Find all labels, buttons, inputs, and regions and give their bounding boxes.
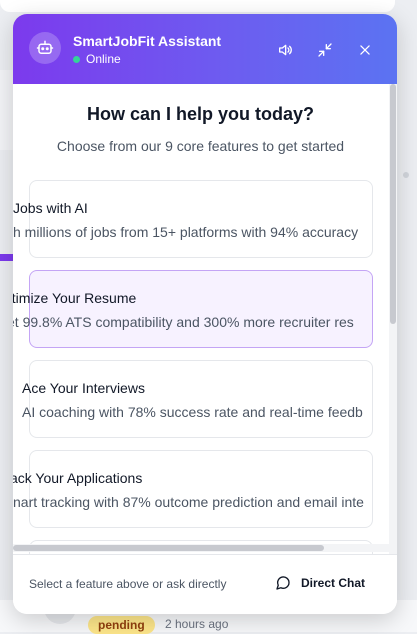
feature-card-track-applications[interactable]: ack Your Applications nart tracking with… <box>13 450 373 528</box>
assistant-title: SmartJobFit Assistant <box>73 33 222 49</box>
vertical-scrollbar[interactable] <box>389 84 397 554</box>
feature-description: AI coaching with 78% success rate and re… <box>22 404 363 420</box>
feature-card-find-jobs[interactable]: Jobs with AI ch millions of jobs from 15… <box>13 180 373 258</box>
feature-title: ptimize Your Resume <box>13 290 137 306</box>
feature-description: et 99.8% ATS compatibility and 300% more… <box>13 314 354 330</box>
footer-hint: Select a feature above or ask directly <box>29 577 227 591</box>
feature-title: ack Your Applications <box>13 470 143 486</box>
chat-footer: Select a feature above or ask directly D… <box>13 554 397 614</box>
feature-title: Jobs with AI <box>13 200 88 216</box>
background-dot <box>403 172 409 178</box>
feature-card-optimize-resume[interactable]: ptimize Your Resume et 99.8% ATS compati… <box>13 270 373 348</box>
speaker-icon[interactable] <box>276 41 294 59</box>
background-card <box>0 0 395 12</box>
online-status: Online <box>73 52 121 66</box>
chat-header: SmartJobFit Assistant Online <box>13 14 397 84</box>
status-badge: pending <box>88 616 155 634</box>
close-icon[interactable] <box>356 41 374 59</box>
help-heading: How can I help you today? <box>86 104 315 124</box>
online-indicator <box>73 55 80 63</box>
horizontal-scrollbar[interactable] <box>13 544 389 552</box>
horizontal-scrollbar-thumb[interactable] <box>13 545 324 551</box>
chat-bubble-icon <box>276 576 290 590</box>
background-accent-bar <box>0 254 14 261</box>
feature-list-area: How can I help you today? Choose from ou… <box>13 84 397 554</box>
feature-card-ace-interviews[interactable]: Ace Your Interviews AI coaching with 78%… <box>22 360 373 438</box>
direct-chat-label: Direct Chat <box>301 576 366 590</box>
feature-title: Ace Your Interviews <box>22 380 145 396</box>
robot-icon <box>29 32 61 64</box>
timestamp: 2 hours ago <box>165 617 229 631</box>
chat-widget: SmartJobFit Assistant Online How can I h… <box>13 14 397 614</box>
feature-description: ch millions of jobs from 15+ platforms w… <box>13 224 359 240</box>
direct-chat-button[interactable]: Direct Chat <box>275 575 365 591</box>
minimize-icon[interactable] <box>316 41 334 59</box>
status-text: Online <box>86 52 121 66</box>
help-subheading: Choose from our 9 core features to get s… <box>56 138 345 154</box>
feature-description: nart tracking with 87% outcome predictio… <box>13 494 364 510</box>
vertical-scrollbar-thumb[interactable] <box>390 84 396 324</box>
